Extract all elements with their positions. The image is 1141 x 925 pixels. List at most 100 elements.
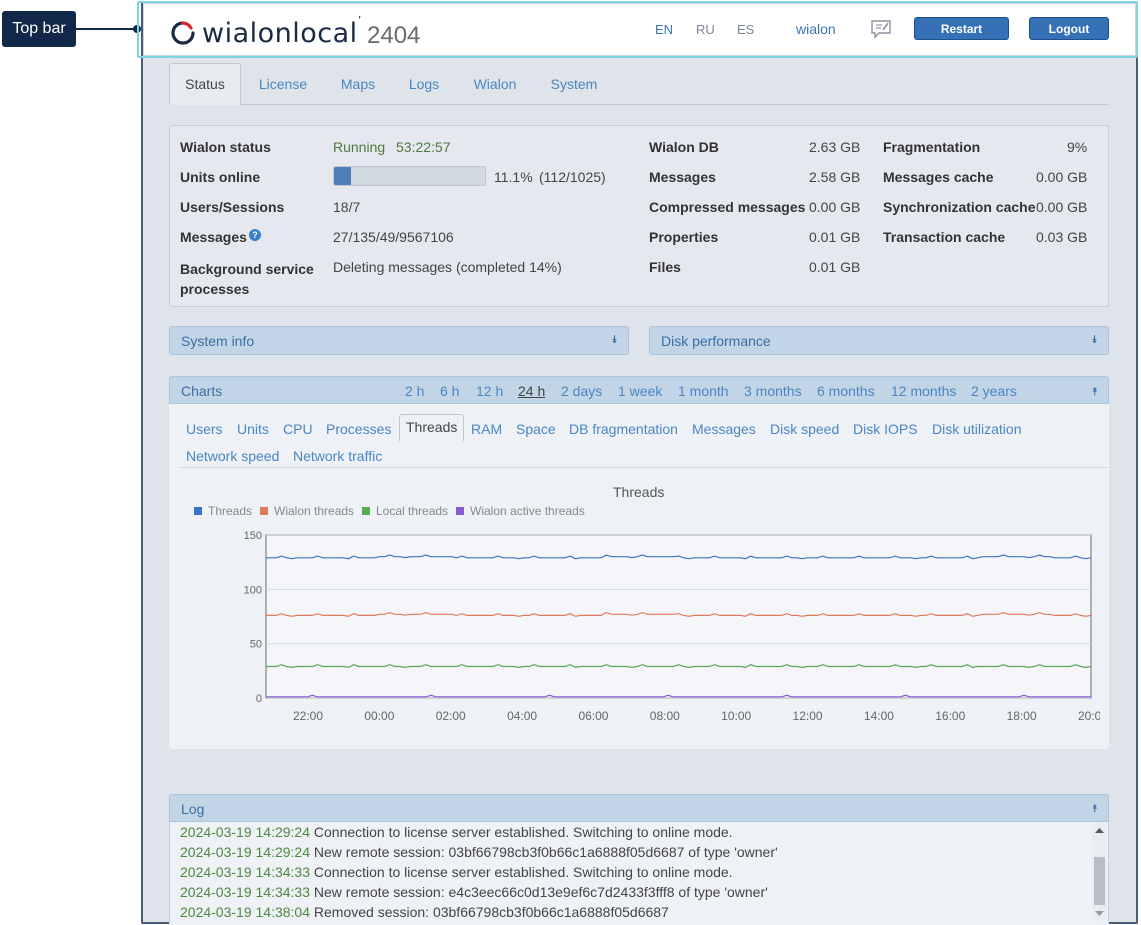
chart-tab-units[interactable]: Units [237, 421, 269, 437]
chart-tab-users[interactable]: Users [186, 421, 223, 437]
help-icon[interactable]: ? [248, 229, 261, 241]
legend-wialon-active-threads[interactable]: Wialon active threads [456, 504, 585, 518]
files-label: Files [649, 259, 681, 275]
lang-es[interactable]: ES [737, 22, 754, 37]
x-tick-label: 22:00 [293, 709, 323, 723]
legend-swatch [260, 507, 268, 515]
range-6months[interactable]: 6 months [817, 383, 875, 399]
chevron-double-up-icon[interactable]: ⯭ [1091, 386, 1098, 399]
range-3months[interactable]: 3 months [744, 383, 802, 399]
lang-en[interactable]: EN [655, 22, 673, 37]
legend-threads[interactable]: Threads [194, 504, 252, 518]
message-edit-icon[interactable] [870, 19, 892, 39]
tab-wialon[interactable]: Wialon [466, 63, 524, 105]
threads-chart: 0 50 100 150 22:00 00:00 02:00 04:00 06:00 08:00 1… [244, 530, 1100, 723]
units-online-label: Units online [180, 169, 261, 185]
range-1week[interactable]: 1 week [618, 383, 662, 399]
chart-tab-processes[interactable]: Processes [326, 421, 391, 437]
x-tick-label: 10:00 [721, 709, 751, 723]
scroll-up-arrow-icon[interactable] [1095, 827, 1104, 834]
compressed-messages-value: 0.00 GB [809, 199, 861, 215]
legend-wialon-threads[interactable]: Wialon threads [260, 504, 354, 518]
messages-cache-value: 0.00 GB [1036, 169, 1088, 185]
system-info-title: System info [181, 333, 255, 349]
range-12months[interactable]: 12 months [891, 383, 956, 399]
wialon-uptime: 53:22:57 [396, 139, 451, 155]
chart-tab-ram[interactable]: RAM [471, 421, 502, 437]
log-line: 2024-03-19 14:34:33 New remote session: … [180, 884, 768, 900]
top-bar-callout: Top bar [2, 11, 76, 47]
properties-label: Properties [649, 229, 719, 245]
charts-title: Charts [181, 383, 223, 399]
messages-label: Messages? [180, 229, 261, 245]
transaction-cache-value: 0.03 GB [1036, 229, 1088, 245]
y-tick-label: 100 [244, 584, 262, 596]
user-link[interactable]: wialon [796, 21, 836, 37]
tab-license[interactable]: License [252, 63, 314, 105]
users-sessions-label: Users/Sessions [180, 199, 285, 215]
chart-tab-space[interactable]: Space [516, 421, 556, 437]
range-1month[interactable]: 1 month [678, 383, 729, 399]
db-value: 2.63 GB [809, 139, 861, 155]
disk-performance-header[interactable]: Disk performance ⯯ [649, 326, 1109, 355]
chart-tab-cpu[interactable]: CPU [283, 421, 313, 437]
chart-tab-threads[interactable]: Threads [399, 414, 465, 441]
range-2years[interactable]: 2 years [971, 383, 1017, 399]
x-tick-label: 02:00 [436, 709, 466, 723]
db-label: Wialon DB [649, 139, 719, 155]
legend-local-threads[interactable]: Local threads [362, 504, 448, 518]
chart-tab-messages[interactable]: Messages [692, 421, 756, 437]
files-value: 0.01 GB [809, 259, 861, 275]
chart-tab-disk-speed[interactable]: Disk speed [770, 421, 839, 437]
transaction-cache-label: Transaction cache [883, 229, 1006, 245]
chart-tab-disk-utilization[interactable]: Disk utilization [932, 421, 1021, 437]
users-sessions-value: 18/7 [333, 199, 361, 215]
legend-swatch [194, 507, 202, 515]
range-6h[interactable]: 6 h [440, 383, 459, 399]
chart-tab-network-speed[interactable]: Network speed [186, 448, 279, 464]
tab-system[interactable]: System [543, 63, 605, 105]
tab-maps[interactable]: Maps [333, 63, 383, 105]
scroll-down-arrow-icon[interactable] [1095, 910, 1104, 917]
legend-swatch [362, 507, 370, 515]
x-tick-label: 16:00 [935, 709, 965, 723]
chevron-double-up-icon[interactable]: ⯭ [1091, 803, 1098, 816]
scroll-thumb[interactable] [1094, 857, 1105, 905]
range-12h[interactable]: 12 h [476, 383, 503, 399]
chart-tab-db-fragmentation[interactable]: DB fragmentation [569, 421, 678, 437]
disk-performance-title: Disk performance [661, 333, 771, 349]
logo-mark-icon [171, 21, 195, 45]
callout-line [76, 28, 136, 30]
fragmentation-value: 9% [1067, 139, 1088, 155]
chart-tab-network-traffic[interactable]: Network traffic [293, 448, 382, 464]
restart-button[interactable]: Restart [914, 17, 1009, 40]
legend-swatch [456, 507, 464, 515]
system-info-header[interactable]: System info ⯯ [169, 326, 629, 355]
x-tick-label: 12:00 [793, 709, 823, 723]
x-tick-label: 06:00 [578, 709, 608, 723]
wialon-local-logo: wialonlocalʼ [170, 14, 362, 49]
tab-logs[interactable]: Logs [402, 63, 446, 105]
plot-area [265, 534, 1092, 699]
range-2h[interactable]: 2 h [405, 383, 424, 399]
lang-ru[interactable]: RU [696, 22, 715, 37]
y-tick-label: 0 [256, 693, 262, 705]
range-2days[interactable]: 2 days [561, 383, 602, 399]
x-tick-label: 04:00 [507, 709, 537, 723]
chevron-double-down-icon: ⯯ [611, 334, 618, 346]
log-line: 2024-03-19 14:38:04 Removed session: 03b… [180, 904, 669, 920]
log-title: Log [181, 801, 205, 817]
y-tick-label: 50 [250, 639, 262, 651]
fragmentation-label: Fragmentation [883, 139, 981, 155]
chart-tab-disk-iops[interactable]: Disk IOPS [853, 421, 918, 437]
db-messages-label: Messages [649, 169, 716, 185]
log-scrollbar[interactable] [1092, 823, 1107, 921]
tab-status[interactable]: Status [169, 63, 241, 105]
log-header[interactable]: Log ⯭ [169, 794, 1109, 822]
log-line: 2024-03-19 14:29:24 Connection to licens… [180, 824, 733, 840]
units-online-percent: 11.1% [494, 169, 533, 185]
log-line: 2024-03-19 14:34:33 Connection to licens… [180, 864, 733, 880]
range-24h[interactable]: 24 h [518, 383, 545, 399]
logout-button[interactable]: Logout [1029, 17, 1109, 40]
x-tick-label: 14:00 [864, 709, 894, 723]
